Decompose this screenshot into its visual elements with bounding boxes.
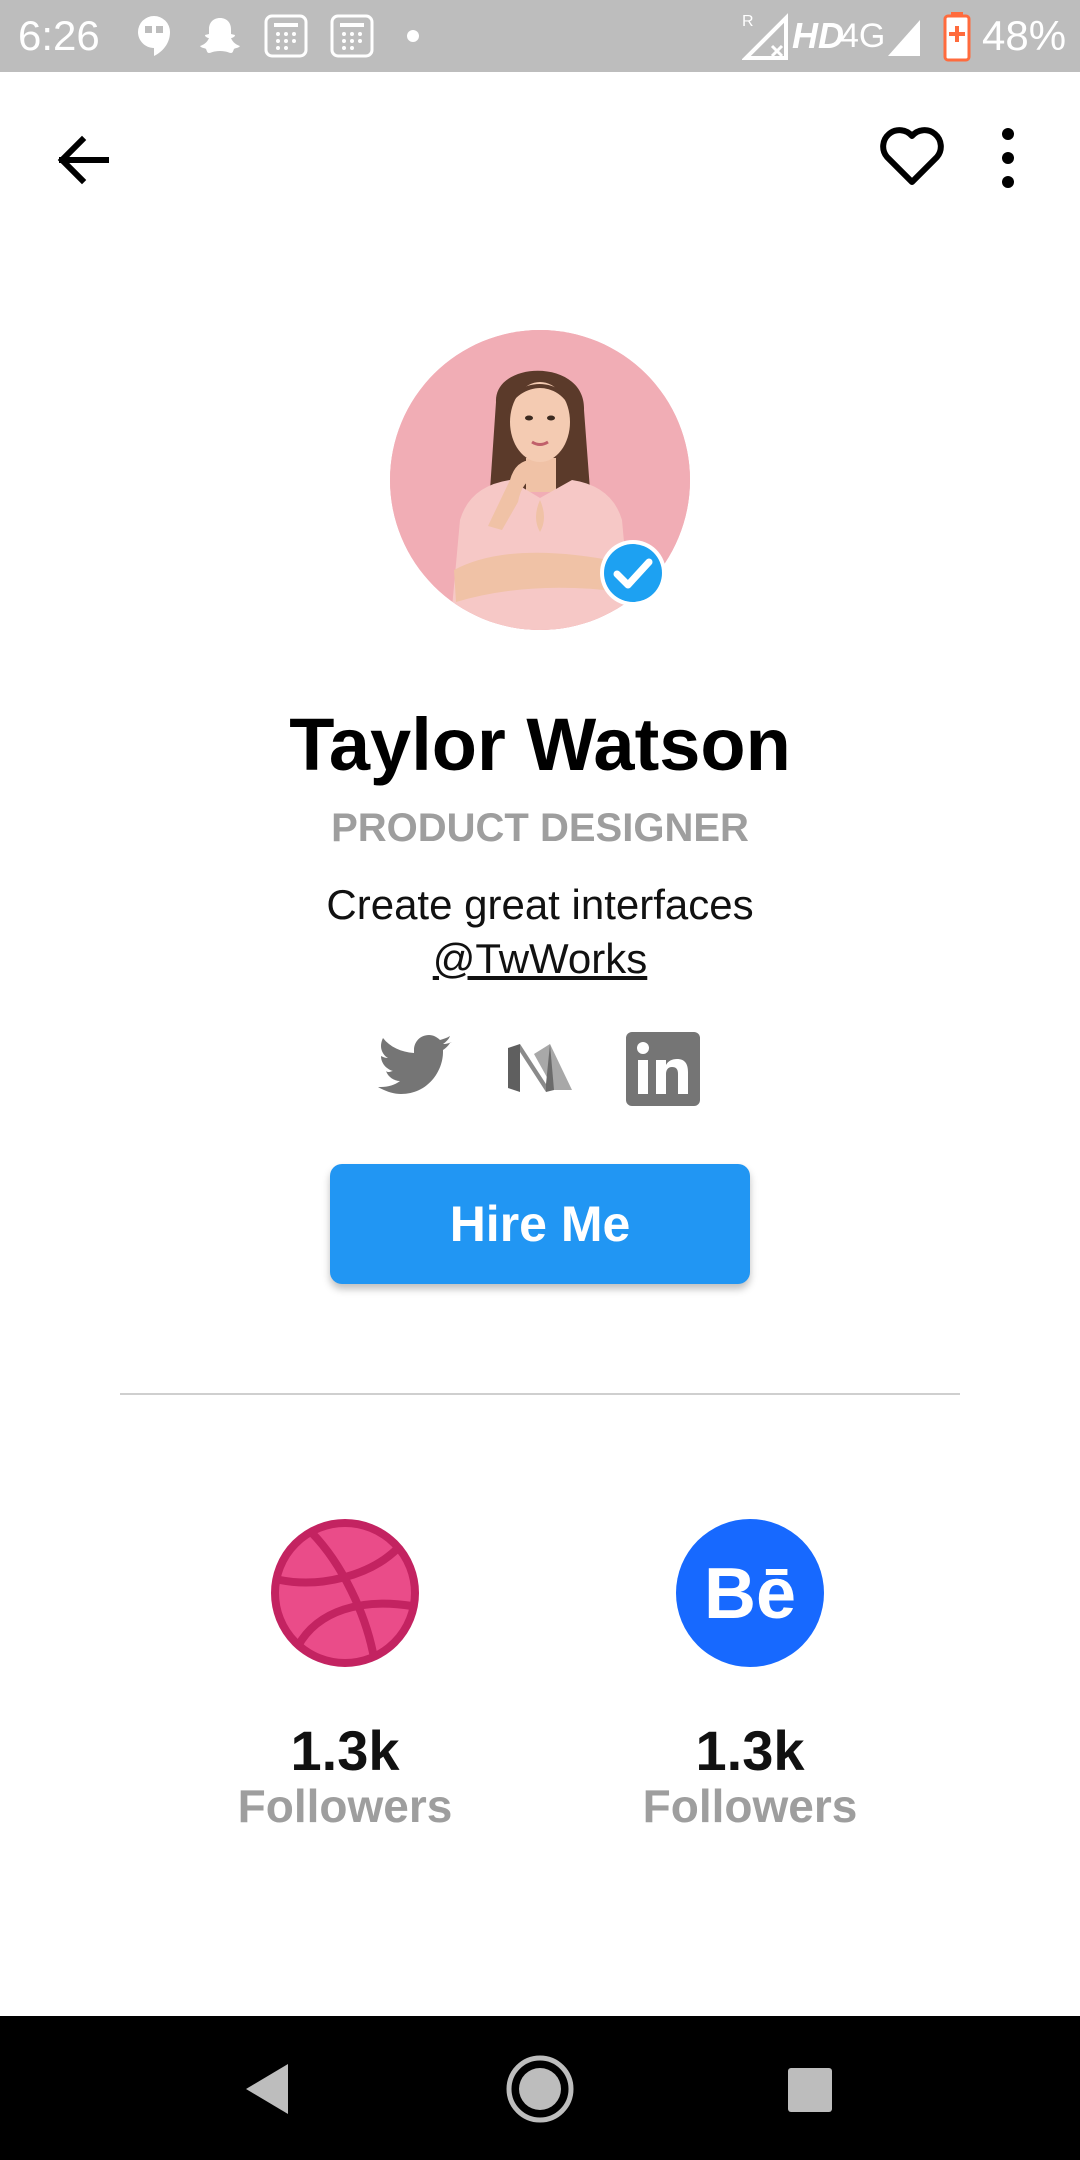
status-time: 6:26 <box>18 12 100 59</box>
arrow-back-icon[interactable] <box>50 126 118 194</box>
hire-me-button[interactable]: Hire Me <box>330 1164 750 1284</box>
stat-value: 1.3k <box>290 1719 400 1782</box>
stat-dribbble[interactable]: 1.3k Followers <box>195 1518 495 1848</box>
more-vertical-icon[interactable] <box>990 124 1026 192</box>
calculator-icon <box>264 14 308 58</box>
nav-back-icon[interactable] <box>242 2062 292 2116</box>
medium-icon[interactable] <box>506 1042 574 1094</box>
stat-label: Followers <box>237 1780 453 1832</box>
network-type-label: 4G <box>840 17 886 55</box>
svg-text:R: R <box>742 13 754 30</box>
stat-label: Followers <box>642 1780 858 1832</box>
system-navigation-bar <box>0 2016 1080 2160</box>
battery-percentage: 48% <box>982 12 1067 59</box>
snapchat-icon <box>200 18 240 53</box>
hangouts-icon <box>138 16 170 56</box>
heart-outline-icon[interactable] <box>878 124 946 188</box>
signal-strength-icon <box>888 20 920 56</box>
status-bar: 6:26 R HD 4G 48% <box>0 0 1080 72</box>
signal-roaming-icon: R <box>742 13 788 60</box>
profile-avatar-container <box>390 330 690 630</box>
verified-badge-icon <box>600 540 666 606</box>
twitter-icon[interactable] <box>378 1034 454 1098</box>
profile-bio: Create great interfaces <box>326 881 754 928</box>
nav-home-icon[interactable] <box>505 2054 575 2124</box>
stat-behance[interactable]: Bē 1.3k Followers <box>600 1518 900 1848</box>
profile-role: PRODUCT DESIGNER <box>331 806 749 850</box>
dot-icon <box>407 30 419 42</box>
nav-recents-icon[interactable] <box>786 2066 834 2114</box>
linkedin-icon[interactable] <box>626 1032 700 1106</box>
battery-icon <box>943 12 971 62</box>
calculator-icon-2 <box>330 14 374 58</box>
app-bar <box>0 72 1080 242</box>
profile-name: Taylor Watson <box>289 703 791 786</box>
stat-value: 1.3k <box>695 1719 805 1782</box>
profile-handle-link[interactable]: @TwWorks <box>0 932 1080 986</box>
social-links <box>0 1030 1080 1110</box>
svg-text:Bē: Bē <box>704 1554 796 1634</box>
divider <box>120 1393 960 1395</box>
dribbble-icon <box>271 1519 419 1667</box>
network-label: HD <box>792 15 844 56</box>
behance-icon: Bē <box>676 1519 824 1667</box>
